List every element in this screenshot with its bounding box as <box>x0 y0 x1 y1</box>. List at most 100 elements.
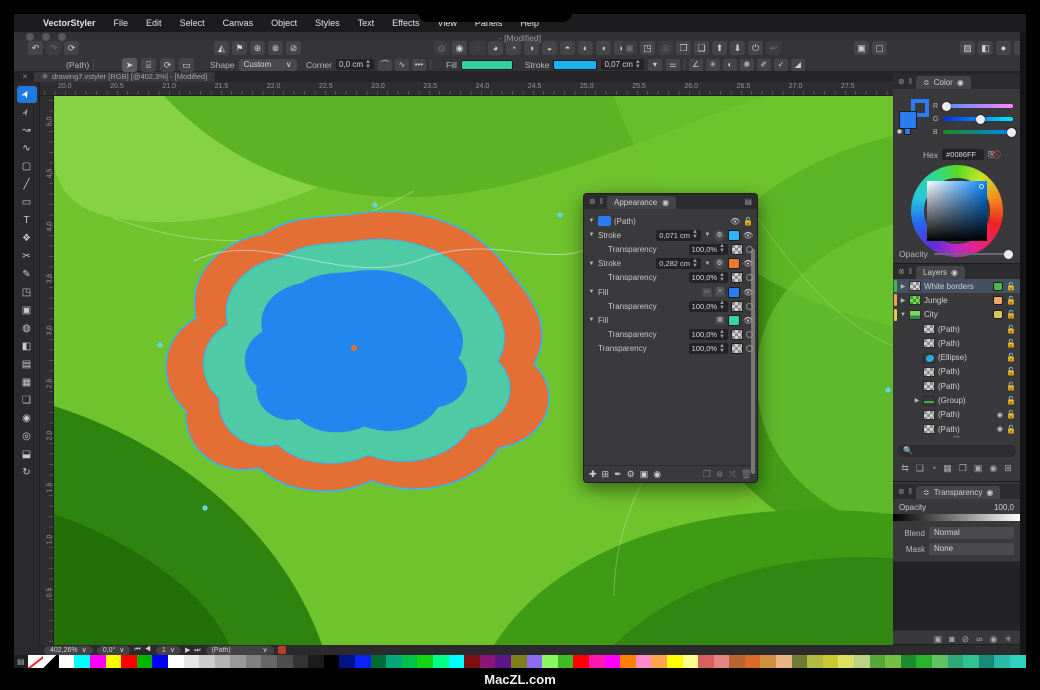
fill-color-swatch[interactable] <box>461 60 513 70</box>
panel-close-icon[interactable]: ⊗ <box>898 267 905 276</box>
appearance-row-trans[interactable]: Transparency100,0%▲▼ <box>588 271 753 285</box>
stroke-color-swatch[interactable] <box>553 60 597 70</box>
tab-close-icon[interactable]: ◉ <box>951 266 958 279</box>
checker-swatch[interactable] <box>731 301 743 312</box>
color-swatch[interactable] <box>215 655 231 668</box>
shape-tool[interactable]: ❖ <box>17 230 37 247</box>
style-fx-icon[interactable]: ▣ <box>640 469 649 480</box>
zoom-tool[interactable]: ◎ <box>17 428 37 445</box>
path-handle[interactable] <box>202 505 207 510</box>
canvas[interactable] <box>54 96 893 645</box>
add-stroke-icon[interactable]: ✚ <box>589 469 597 480</box>
layer-color-swatch[interactable] <box>993 310 1003 319</box>
mask-frame-icon[interactable]: ▣ <box>934 634 943 645</box>
color-swatch[interactable] <box>168 655 184 668</box>
power-icon[interactable]: ⏻ <box>748 41 763 55</box>
layer-row[interactable]: ▶White borders🔓 <box>893 279 1020 293</box>
layer-snapshot-icon[interactable]: ◉ <box>989 463 997 474</box>
stroke-width-value[interactable]: 0,071 cm▲▼ <box>656 230 701 241</box>
tab-close-icon[interactable]: ◉ <box>662 196 669 209</box>
color-swatch[interactable] <box>714 655 730 668</box>
check-style-icon[interactable]: ✓ <box>774 59 788 71</box>
layer-history-icon[interactable]: ◔ <box>931 463 936 473</box>
stepper-icon[interactable]: ▲▼ <box>719 301 725 311</box>
move-up-icon[interactable]: ⬆ <box>712 41 727 55</box>
clear-icon[interactable]: ⊗ <box>716 469 724 480</box>
artboard-2-icon[interactable]: ▢ <box>872 41 887 55</box>
color-swatch[interactable] <box>511 655 527 668</box>
corner-round-icon[interactable]: ⌒ <box>378 59 392 71</box>
color-swatch[interactable] <box>728 315 740 326</box>
edit-disabled-icon[interactable]: ▣ <box>622 41 637 55</box>
more-options-icon[interactable]: ••• <box>412 59 426 71</box>
burst-icon[interactable]: ❋ <box>740 59 754 71</box>
color-swatch[interactable] <box>729 655 745 668</box>
fill-proxy[interactable] <box>899 111 917 129</box>
stroke-options-icon[interactable]: ⚙ <box>714 230 725 241</box>
color-swatch[interactable] <box>728 230 740 241</box>
effects-icon[interactable]: ✳ <box>706 59 720 71</box>
expand-icon[interactable]: ▶ <box>900 283 906 290</box>
color-swatch[interactable] <box>121 655 137 668</box>
color-swatch[interactable] <box>807 655 823 668</box>
close-window-button[interactable] <box>26 33 34 41</box>
spot-icon[interactable]: ◉ <box>990 634 998 645</box>
path-op-7-icon[interactable]: ◒ <box>542 41 557 55</box>
color-swatch[interactable] <box>1010 655 1026 668</box>
color-swatch[interactable] <box>90 655 106 668</box>
color-swatch[interactable] <box>480 655 496 668</box>
opacity-value[interactable]: 100,0 <box>994 503 1014 512</box>
stroke-options-icon[interactable]: ⚙ <box>714 258 725 269</box>
color-swatch[interactable] <box>698 655 714 668</box>
expand-icon[interactable]: ▼ <box>588 289 595 295</box>
color-swatch[interactable] <box>901 655 917 668</box>
lock-icon[interactable]: 🔓 <box>1006 325 1016 334</box>
mesh-tool[interactable]: ◍ <box>17 320 37 337</box>
color-swatch[interactable] <box>838 655 854 668</box>
layer-color-swatch[interactable] <box>993 282 1003 291</box>
color-swatch[interactable] <box>728 287 740 298</box>
slider-knob[interactable] <box>1007 128 1016 137</box>
appearance-panel-header[interactable]: ⊗ ‖ Appearance ◉ ▤ <box>584 194 757 209</box>
corner-input[interactable]: 0,0 cm ▲▼ <box>336 59 374 70</box>
marquee-tool[interactable]: ▢ <box>17 158 37 175</box>
color-swatch[interactable] <box>261 655 277 668</box>
checker-swatch[interactable] <box>731 343 743 354</box>
color-swatch[interactable] <box>573 655 589 668</box>
expand-icon[interactable]: ▶ <box>900 297 906 304</box>
transparency-panel-header[interactable]: ⊗ ‖ ≎ Transparency ◉ <box>893 484 1020 499</box>
transparency-value[interactable]: 100,0%▲▼ <box>689 329 728 340</box>
stepper-icon[interactable]: ▲▼ <box>692 259 698 269</box>
color-swatch[interactable] <box>683 655 699 668</box>
appearance-row-trans[interactable]: Transparency100,0%▲▼ <box>588 328 753 342</box>
rotate-view-tool[interactable]: ↻ <box>17 464 37 481</box>
chevron-down-icon[interactable]: ▼ <box>704 232 711 238</box>
split-preview-icon[interactable]: ◧ <box>978 41 993 55</box>
stepper-icon[interactable]: ▲▼ <box>635 60 641 70</box>
bring-forward-icon[interactable]: ❐ <box>676 41 691 55</box>
box-select-icon[interactable]: ⍃ <box>141 58 156 72</box>
lock-icon[interactable]: 🔓 <box>1006 382 1016 391</box>
panel-close-icon[interactable]: ⊗ <box>589 197 596 206</box>
layer-color-swatch[interactable] <box>993 296 1003 305</box>
boolean-intersect-icon[interactable]: ⊗ <box>268 41 283 55</box>
color-swatch[interactable] <box>948 655 964 668</box>
swatch-list-icon[interactable]: ▤ <box>17 657 25 666</box>
channel-slider-g[interactable] <box>943 117 1013 121</box>
image-mode-icon[interactable]: ▨ <box>960 41 975 55</box>
fill-option-icon[interactable]: ▭ <box>702 288 712 297</box>
transparency-value[interactable]: 100,0%▲▼ <box>689 343 728 354</box>
page-number-dropdown[interactable]: 1 ∨ <box>156 646 181 655</box>
checker-swatch[interactable] <box>731 272 743 283</box>
color-swatch[interactable] <box>59 655 75 668</box>
layer-row[interactable]: (Ellipse)🔓 <box>893 350 1020 364</box>
slider-knob[interactable] <box>942 102 951 111</box>
stepper-icon[interactable]: ▲▼ <box>719 344 725 354</box>
color-swatch[interactable] <box>74 655 90 668</box>
appearance-row-trans2[interactable]: Transparency100,0%▲▼ <box>588 342 753 356</box>
path-op-2-icon[interactable]: ◉ <box>452 41 467 55</box>
flip-horizontal-icon[interactable]: ◭ <box>214 41 229 55</box>
transparency-tab[interactable]: ≎ Transparency ◉ <box>916 486 1000 499</box>
sync-icon[interactable]: ⟳ <box>64 41 79 55</box>
color-tab[interactable]: ≎ Color ◉ <box>916 76 971 89</box>
